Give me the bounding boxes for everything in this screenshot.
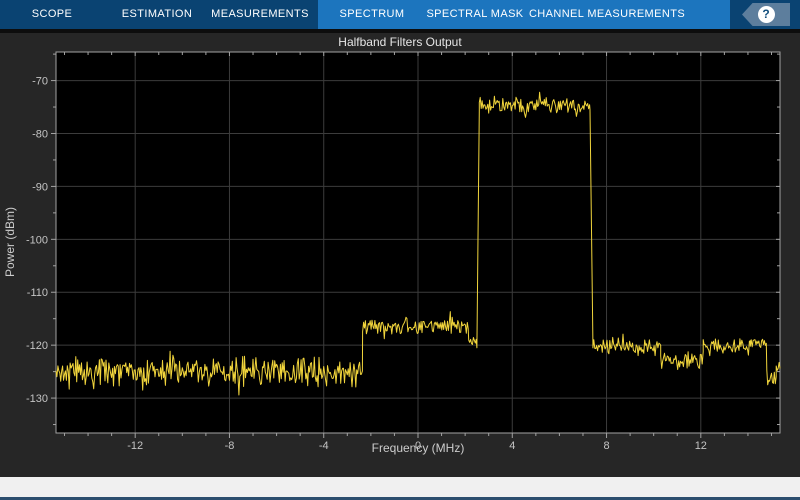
x-tick-label: -8 xyxy=(225,440,235,452)
x-tick-label: -4 xyxy=(319,440,329,452)
tab-measurements[interactable]: MEASUREMENTS xyxy=(211,0,309,29)
y-tick-label: -110 xyxy=(27,287,48,299)
spectrum-plot[interactable]: -12 -8 -4 0 4 8 12-70-80-90-100-110-120-130 Fr… xyxy=(0,33,800,477)
toolstrip-tabbar: SCOPE ESTIMATION MEASUREMENTS SPECTRUM S… xyxy=(0,0,800,29)
y-tick-label: -120 xyxy=(26,340,48,352)
y-tick-label: -90 xyxy=(32,181,48,193)
tab-scope[interactable]: SCOPE xyxy=(32,0,73,29)
y-tick-label: -70 xyxy=(32,76,48,88)
tab-estimation[interactable]: ESTIMATION xyxy=(122,0,192,29)
x-tick-label: 4 xyxy=(509,440,515,452)
tab-channel-measurements[interactable]: CHANNEL MEASUREMENTS xyxy=(529,0,685,29)
tab-spectral-mask[interactable]: SPECTRAL MASK xyxy=(426,0,523,29)
status-bar: Processing ΔT=33.3333 us Samples/Update=… xyxy=(0,477,800,497)
y-axis-label: Power (dBm) xyxy=(3,207,17,277)
x-tick-label: -12 xyxy=(127,440,143,452)
x-axis-label: Frequency (MHz) xyxy=(372,441,465,455)
help-button[interactable]: ? xyxy=(742,3,790,26)
y-tick-label: -130 xyxy=(26,393,48,405)
x-tick-label: 8 xyxy=(603,440,609,452)
help-icon: ? xyxy=(757,6,775,23)
x-tick-label: 12 xyxy=(695,440,707,452)
spectrum-analyzer-window: SCOPE ESTIMATION MEASUREMENTS SPECTRUM S… xyxy=(0,0,800,500)
tab-spectrum[interactable]: SPECTRUM xyxy=(340,0,405,29)
figure-area: Halfband Filters Output -12 -8 -4 0 4 8 12 -70-… xyxy=(0,33,800,477)
y-tick-label: -100 xyxy=(26,234,48,246)
y-tick-label: -80 xyxy=(32,128,48,140)
